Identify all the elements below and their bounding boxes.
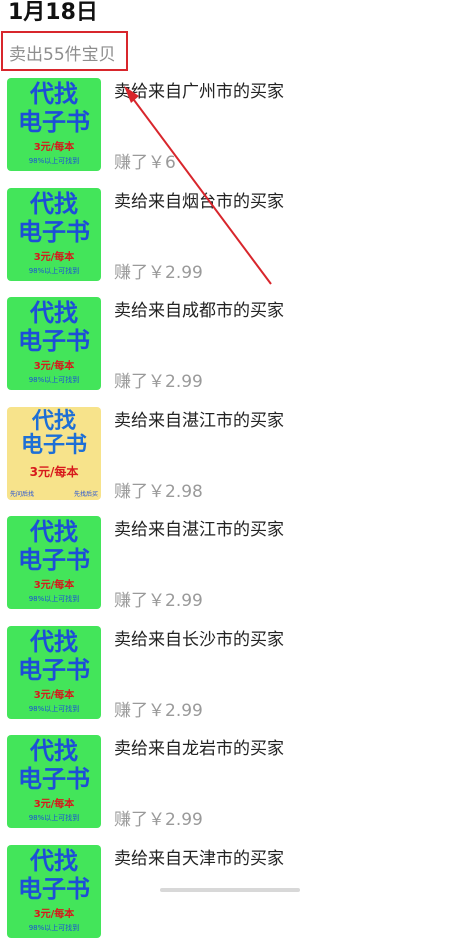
order-row[interactable]: 代找 电子书 3元/每本 98%以上可找到 卖给来自烟台市的买家 赚了￥2.99: [0, 186, 460, 283]
order-earned: 赚了￥2.99: [114, 701, 203, 721]
thumb-line1: 代找: [30, 737, 78, 765]
order-earned: 赚了￥2.99: [114, 372, 203, 392]
thumb-line2: 电子书: [18, 875, 90, 903]
thumb-note-right: 先找后买: [73, 491, 98, 498]
order-title: 卖给来自湛江市的买家: [114, 411, 284, 431]
product-thumbnail[interactable]: 代找 电子书 3元/每本 98%以上可找到: [7, 78, 101, 171]
thumb-price: 3元/每本: [33, 690, 75, 701]
order-earned: 赚了￥2.99: [114, 263, 203, 283]
thumb-price: 3元/每本: [33, 909, 75, 920]
thumb-line2: 电子书: [18, 656, 90, 684]
thumb-line1: 代找: [30, 628, 78, 656]
order-row[interactable]: 代找 电子书 3元/每本 98%以上可找到 卖给来自湛江市的买家 赚了￥2.99: [0, 514, 460, 611]
product-thumbnail[interactable]: 代找 电子书 3元/每本 98%以上可找到: [7, 735, 101, 828]
product-thumbnail[interactable]: 代找 电子书 3元/每本 98%以上可找到: [7, 297, 101, 390]
thumb-line1: 代找: [30, 299, 78, 327]
thumb-price: 3元/每本: [33, 252, 75, 263]
order-title: 卖给来自湛江市的买家: [114, 520, 284, 540]
order-earned: 赚了￥2.98: [114, 482, 203, 502]
thumb-line2: 电子书: [18, 218, 90, 246]
order-title: 卖给来自广州市的买家: [114, 82, 284, 102]
order-earned: 赚了￥2.99: [114, 591, 203, 611]
thumb-note: 98%以上可找到: [28, 376, 80, 384]
thumb-line2: 电子书: [18, 327, 90, 355]
order-row[interactable]: 代找 电子书 3元/每本 98%以上可找到 卖给来自龙岩市的买家 赚了￥2.99: [0, 733, 460, 830]
thumb-price: 3元/每本: [33, 799, 75, 810]
order-title: 卖给来自成都市的买家: [114, 301, 284, 321]
order-title: 卖给来自龙岩市的买家: [114, 739, 284, 759]
product-thumbnail[interactable]: 代找 电子书 3元/每本 98%以上可找到: [7, 626, 101, 719]
order-earned: 赚了￥6: [114, 153, 176, 173]
thumb-line1: 代找: [30, 518, 78, 546]
thumb-note: 98%以上可找到: [28, 924, 80, 932]
thumb-price: 3元/每本: [29, 465, 79, 479]
date-heading: 1月18日: [8, 0, 98, 25]
thumb-line1: 代找: [30, 80, 78, 108]
order-row[interactable]: 代找 电子书 3元/每本 98%以上可找到 卖给来自成都市的买家 赚了￥2.99: [0, 295, 460, 392]
thumb-note: 98%以上可找到: [28, 157, 80, 165]
order-earned: 赚了￥2.99: [114, 810, 203, 830]
thumb-line1: 代找: [30, 847, 78, 875]
product-thumbnail[interactable]: 代找 电子书 3元/每本 98%以上可找到: [7, 188, 101, 281]
thumb-note: 98%以上可找到: [28, 595, 80, 603]
thumb-price: 3元/每本: [33, 580, 75, 591]
home-indicator: [160, 888, 300, 892]
thumb-line2: 电子书: [18, 108, 90, 136]
order-row[interactable]: 代找 电子书 3元/每本 98%以上可找到 卖给来自广州市的买家 赚了￥6: [0, 76, 460, 173]
thumb-price: 3元/每本: [33, 361, 75, 372]
product-thumbnail[interactable]: 代找 电子书 3元/每本 先问后找 先找后买: [7, 407, 101, 500]
thumb-line2: 电子书: [18, 546, 90, 574]
thumb-line1: 代找: [30, 190, 78, 218]
thumb-price: 3元/每本: [33, 142, 75, 153]
order-row[interactable]: 代找 电子书 3元/每本 98%以上可找到 卖给来自长沙市的买家 赚了￥2.99: [0, 624, 460, 721]
thumb-note: 98%以上可找到: [28, 814, 80, 822]
thumb-line2: 电子书: [20, 433, 87, 458]
order-row[interactable]: 代找 电子书 3元/每本 先问后找 先找后买 卖给来自湛江市的买家 赚了￥2.9…: [0, 405, 460, 502]
thumb-note-left: 先问后找: [10, 491, 35, 498]
thumb-line1: 代找: [31, 409, 76, 434]
annotation-highlight-box: [1, 31, 128, 71]
product-thumbnail[interactable]: 代找 电子书 3元/每本 98%以上可找到: [7, 516, 101, 609]
thumb-line2: 电子书: [18, 765, 90, 793]
order-title: 卖给来自长沙市的买家: [114, 630, 284, 650]
thumb-note-row: 先问后找 先找后买: [10, 489, 98, 498]
thumb-note: 98%以上可找到: [28, 705, 80, 713]
order-title: 卖给来自烟台市的买家: [114, 192, 284, 212]
thumb-note: 98%以上可找到: [28, 267, 80, 275]
order-title: 卖给来自天津市的买家: [114, 849, 284, 869]
